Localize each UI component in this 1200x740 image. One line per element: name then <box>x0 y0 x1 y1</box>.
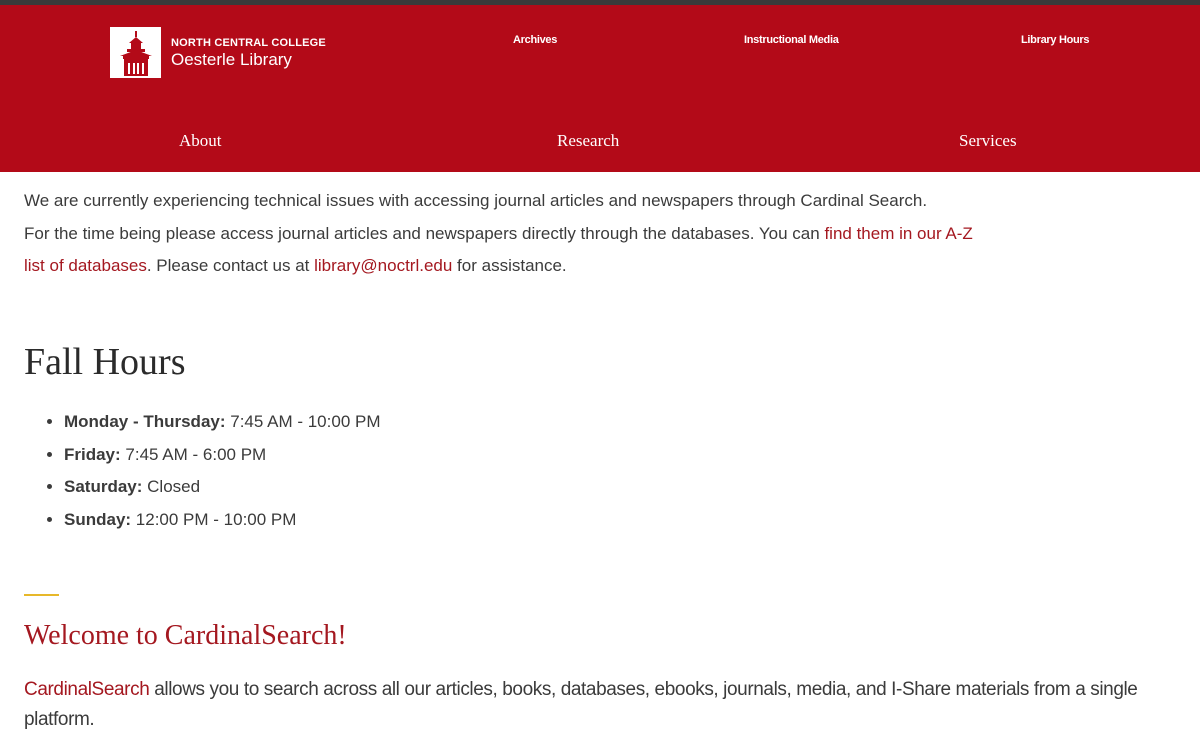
nav-services[interactable]: Services <box>959 131 1017 151</box>
hours-list: Monday - Thursday: 7:45 AM - 10:00 PM Fr… <box>24 406 381 536</box>
college-building-icon <box>110 27 161 78</box>
technical-issue-notice: We are currently experiencing technical … <box>24 185 984 283</box>
site-header: NORTH CENTRAL COLLEGE Oesterle Library A… <box>0 5 1200 172</box>
hours-time: 12:00 PM - 10:00 PM <box>135 509 297 529</box>
logo-library-name: Oesterle Library <box>171 49 292 69</box>
nav-about[interactable]: About <box>179 131 222 151</box>
nav-library-hours-link[interactable]: Library Hours <box>1021 34 1090 46</box>
section-divider-accent <box>24 594 59 596</box>
hours-time: 7:45 AM - 6:00 PM <box>125 444 267 464</box>
welcome-heading: Welcome to CardinalSearch! <box>24 620 347 651</box>
notice-end-text: for assistance. <box>452 256 567 275</box>
nav-archives-link[interactable]: Archives <box>513 34 557 46</box>
hours-item: Sunday: 12:00 PM - 10:00 PM <box>64 504 381 537</box>
hours-item: Friday: 7:45 AM - 6:00 PM <box>64 439 381 472</box>
notice-contact-text: . Please contact us at <box>146 256 315 275</box>
library-logo-link[interactable]: NORTH CENTRAL COLLEGE Oesterle Library <box>110 27 326 78</box>
hours-day: Friday: <box>64 444 121 464</box>
hours-time: Closed <box>147 477 201 496</box>
nav-research[interactable]: Research <box>557 131 619 151</box>
fall-hours-heading: Fall Hours <box>24 341 186 383</box>
hours-item: Saturday: Closed <box>64 471 381 504</box>
hours-item: Monday - Thursday: 7:45 AM - 10:00 PM <box>64 406 381 439</box>
cardinalsearch-description: CardinalSearch allows you to search acro… <box>24 675 1184 735</box>
notice-line-1: We are currently experiencing technical … <box>24 191 928 210</box>
logo-text: NORTH CENTRAL COLLEGE Oesterle Library <box>171 37 326 69</box>
hours-time: 7:45 AM - 10:00 PM <box>230 412 381 431</box>
nav-instructional-media-link[interactable]: Instructional Media <box>744 34 839 46</box>
description-text: allows you to search across all our arti… <box>24 679 1138 730</box>
logo-college-name: NORTH CENTRAL COLLEGE <box>171 36 326 49</box>
notice-line-2: For the time being please access journal… <box>24 218 984 283</box>
hours-day: Monday - Thursday: <box>64 412 226 431</box>
notice-text: For the time being please access journal… <box>24 223 825 243</box>
hours-day: Saturday: <box>64 477 143 496</box>
cardinalsearch-link[interactable]: CardinalSearch <box>24 679 150 700</box>
hours-day: Sunday: <box>64 509 132 529</box>
library-email-link[interactable]: library@noctrl.edu <box>314 256 452 275</box>
